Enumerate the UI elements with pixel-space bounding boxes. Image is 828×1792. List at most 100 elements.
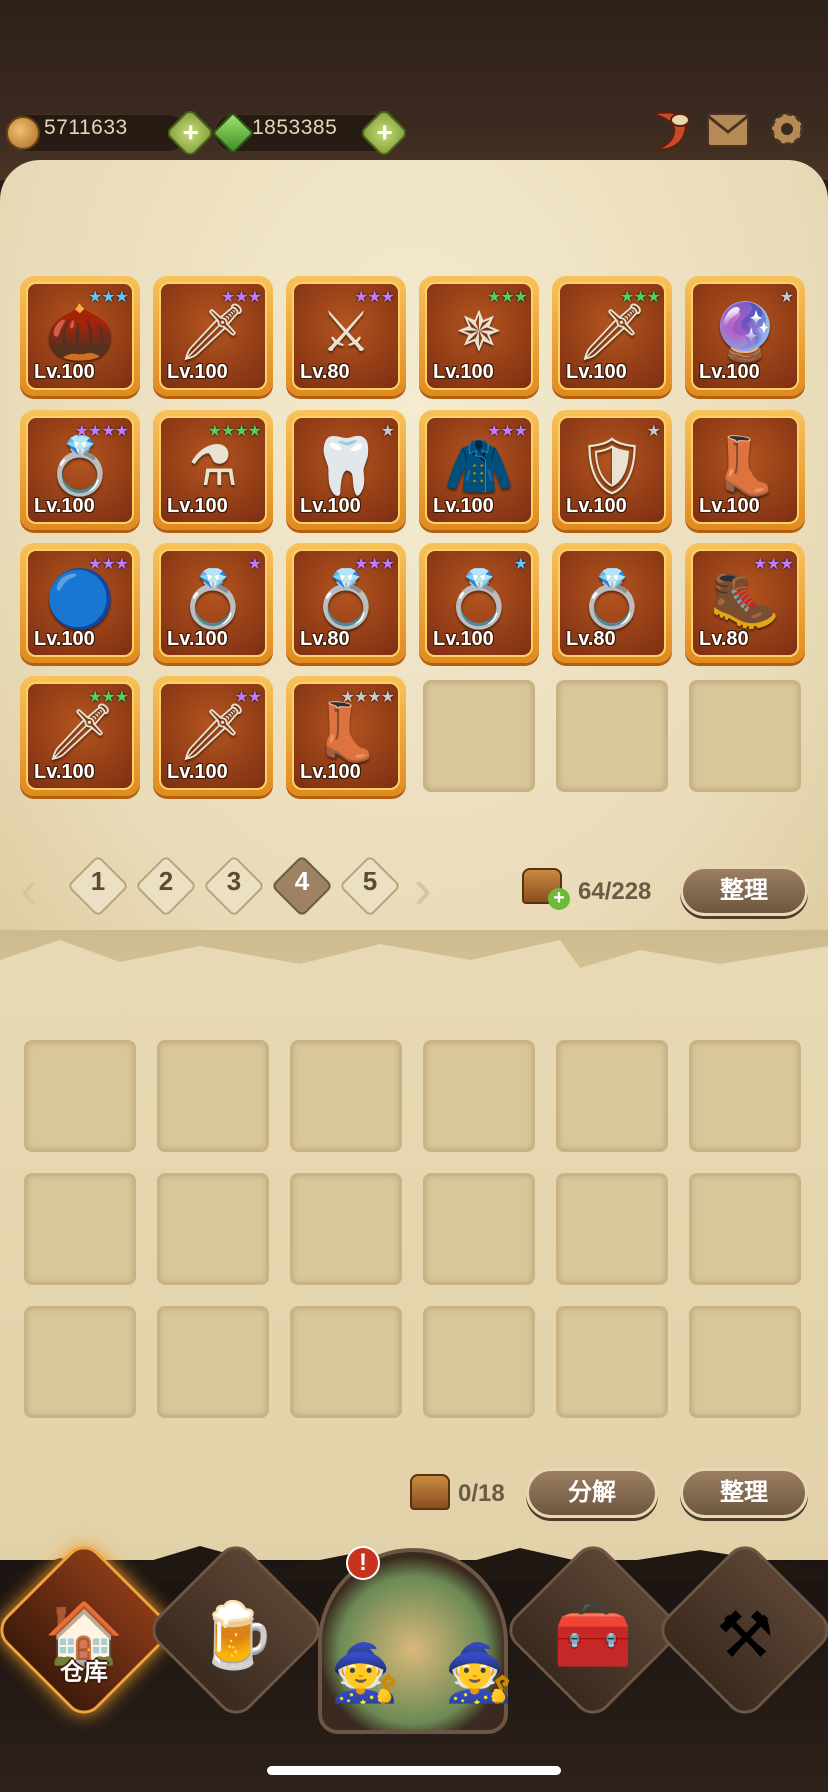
page-number: 4 bbox=[294, 866, 310, 896]
item-level: Lv.100 bbox=[699, 495, 760, 517]
forge-icon: ⚒ bbox=[716, 1599, 774, 1671]
horn-icon[interactable] bbox=[646, 106, 692, 156]
item-card[interactable]: 💍 ★ Lv.100 bbox=[153, 543, 273, 663]
item-card[interactable]: 🌰 ★★★ Lv.100 bbox=[20, 276, 140, 396]
item-card[interactable]: 🧥 ★★★ Lv.100 bbox=[419, 410, 539, 530]
empty-slot[interactable] bbox=[689, 680, 801, 792]
dagger-icon: 🗡 bbox=[177, 299, 249, 363]
star-rating: ★★ bbox=[234, 689, 262, 706]
decompose-slot[interactable] bbox=[24, 1040, 136, 1152]
amulet-icon: 🔵 bbox=[45, 566, 115, 630]
item-card[interactable]: 🛡 ★ Lv.100 bbox=[552, 410, 672, 530]
item-card[interactable]: 💍 ★★★ Lv.80 bbox=[286, 543, 406, 663]
item-card[interactable]: ⚔ ★★★ Lv.80 bbox=[286, 276, 406, 396]
gear-icon[interactable] bbox=[764, 106, 810, 152]
page-number: 2 bbox=[158, 866, 174, 896]
decompose-slot[interactable] bbox=[689, 1306, 801, 1418]
item-level: Lv.80 bbox=[300, 361, 350, 383]
item-card[interactable]: 🔮 ★ Lv.100 bbox=[685, 276, 805, 396]
star-rating: ★★★ bbox=[87, 289, 129, 306]
seed-icon: 🌰 bbox=[45, 299, 115, 363]
item-card[interactable]: 🥾 ★★★ Lv.80 bbox=[685, 543, 805, 663]
home-indicator bbox=[267, 1766, 561, 1775]
star-rating: ★★★ bbox=[486, 423, 528, 440]
star-rating: ★★★ bbox=[220, 289, 262, 306]
item-card[interactable]: 👢 Lv.100 bbox=[685, 410, 805, 530]
item-frame: 💍 ★★★ Lv.80 bbox=[292, 549, 400, 657]
star-rating: ★★★ bbox=[87, 556, 129, 573]
item-card[interactable]: 💍 ★★★★ Lv.100 bbox=[20, 410, 140, 530]
decompose-slot[interactable] bbox=[423, 1173, 535, 1285]
decompose-slot[interactable] bbox=[290, 1040, 402, 1152]
item-frame: 👢 ★★★★ Lv.100 bbox=[292, 682, 400, 790]
decompose-slot[interactable] bbox=[157, 1040, 269, 1152]
item-card[interactable]: 🔵 ★★★ Lv.100 bbox=[20, 543, 140, 663]
claw-blade-icon: ⚔ bbox=[320, 299, 372, 363]
decompose-slot[interactable] bbox=[689, 1040, 801, 1152]
decompose-slot[interactable] bbox=[556, 1040, 668, 1152]
star-rating: ★★★ bbox=[619, 289, 661, 306]
prev-page-button[interactable]: ‹ bbox=[20, 858, 38, 920]
decompose-slot[interactable] bbox=[423, 1306, 535, 1418]
decompose-button[interactable]: 分解 bbox=[526, 1468, 658, 1518]
gem-ring-icon: 💍 bbox=[577, 566, 647, 630]
empty-slot[interactable] bbox=[556, 680, 668, 792]
item-level: Lv.100 bbox=[167, 628, 228, 650]
item-frame: 💍 ★ Lv.100 bbox=[159, 549, 267, 657]
item-card[interactable]: 💍 Lv.80 bbox=[552, 543, 672, 663]
item-card[interactable]: 💍 ★ Lv.100 bbox=[419, 543, 539, 663]
gem-ring-icon: 💍 bbox=[311, 566, 381, 630]
decompose-slot[interactable] bbox=[423, 1040, 535, 1152]
decompose-slot[interactable] bbox=[290, 1306, 402, 1418]
empty-slot[interactable] bbox=[423, 680, 535, 792]
item-level: Lv.80 bbox=[566, 628, 616, 650]
item-level: Lv.100 bbox=[699, 361, 760, 383]
item-frame: 🔵 ★★★ Lv.100 bbox=[26, 549, 134, 657]
item-card[interactable]: 👢 ★★★★ Lv.100 bbox=[286, 676, 406, 796]
item-level: Lv.100 bbox=[34, 761, 95, 783]
cloak-icon: 🧥 bbox=[444, 433, 514, 497]
page-number: 3 bbox=[226, 866, 242, 896]
beer-mug-icon: 🍺 bbox=[196, 1599, 276, 1671]
item-card[interactable]: 🗡 ★★★ Lv.100 bbox=[552, 276, 672, 396]
item-card[interactable]: 🗡 ★★★ Lv.100 bbox=[20, 676, 140, 796]
ring-icon: 💍 bbox=[45, 433, 115, 497]
item-card[interactable]: 🦷 ★ Lv.100 bbox=[286, 410, 406, 530]
decompose-slot[interactable] bbox=[689, 1173, 801, 1285]
item-level: Lv.100 bbox=[566, 361, 627, 383]
plus-icon: + bbox=[548, 888, 570, 910]
hooded-figure-icon: 🧙 bbox=[444, 1641, 514, 1704]
item-card[interactable]: 🗡 ★★ Lv.100 bbox=[153, 676, 273, 796]
bag-capacity: 64/228 bbox=[578, 878, 652, 905]
decompose-slot[interactable] bbox=[157, 1306, 269, 1418]
item-level: Lv.100 bbox=[433, 628, 494, 650]
decompose-slot[interactable] bbox=[157, 1173, 269, 1285]
item-level: Lv.100 bbox=[167, 495, 228, 517]
mail-icon[interactable] bbox=[706, 110, 750, 150]
star-rating: ★ bbox=[247, 556, 262, 573]
fang-necklace-icon: 🦷 bbox=[311, 433, 381, 497]
item-frame: ⚗ ★★★★ Lv.100 bbox=[159, 416, 267, 524]
decompose-slot[interactable] bbox=[556, 1306, 668, 1418]
star-rating: ★★★★ bbox=[74, 423, 129, 440]
decompose-slot[interactable] bbox=[24, 1173, 136, 1285]
sort-button[interactable]: 整理 bbox=[680, 866, 808, 916]
item-frame: 🔮 ★ Lv.100 bbox=[691, 282, 799, 390]
decompose-slot[interactable] bbox=[24, 1306, 136, 1418]
item-level: Lv.100 bbox=[34, 628, 95, 650]
item-card[interactable]: 🗡 ★★★ Lv.100 bbox=[153, 276, 273, 396]
item-card[interactable]: ✵ ★★★ Lv.100 bbox=[419, 276, 539, 396]
decompose-capacity: 0/18 bbox=[458, 1480, 505, 1507]
next-page-button[interactable]: › bbox=[414, 858, 432, 920]
item-level: Lv.100 bbox=[433, 361, 494, 383]
decompose-slot[interactable] bbox=[290, 1173, 402, 1285]
star-rating: ★★★ bbox=[353, 289, 395, 306]
item-level: Lv.80 bbox=[300, 628, 350, 650]
sort-lower-button[interactable]: 整理 bbox=[680, 1468, 808, 1518]
ring-icon: 💍 bbox=[178, 566, 248, 630]
gold-coin-icon bbox=[6, 116, 40, 150]
item-frame: 🗡 ★★★ Lv.100 bbox=[26, 682, 134, 790]
item-card[interactable]: ⚗ ★★★★ Lv.100 bbox=[153, 410, 273, 530]
decompose-slot[interactable] bbox=[556, 1173, 668, 1285]
treasure-chest-icon: 🧰 bbox=[553, 1599, 633, 1671]
